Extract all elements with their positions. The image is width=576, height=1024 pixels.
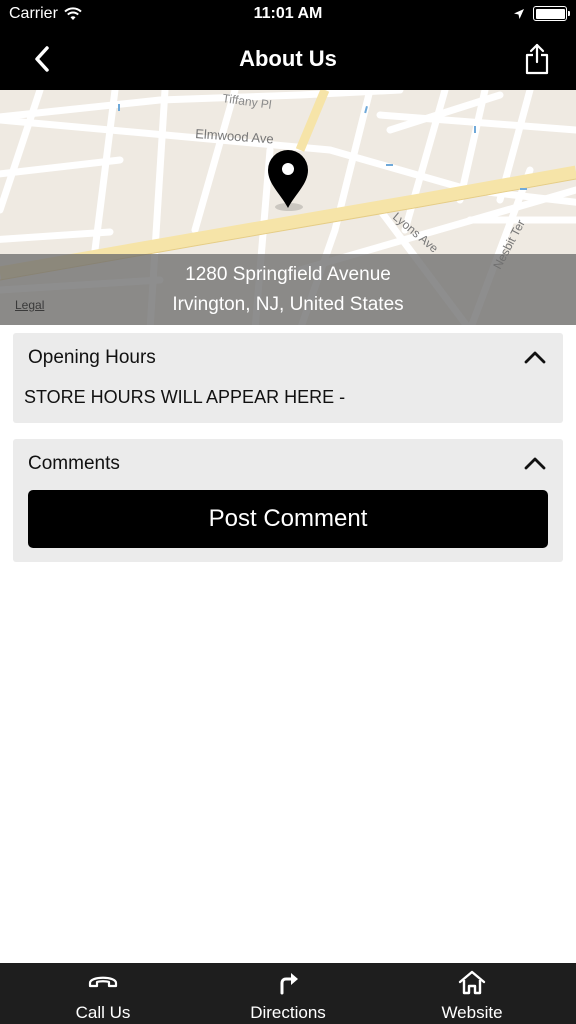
- home-icon: [458, 970, 486, 995]
- tab-label: Website: [441, 1003, 503, 1022]
- comments-title: Comments: [28, 453, 120, 474]
- tab-directions[interactable]: Directions: [192, 963, 384, 1024]
- tab-label: Directions: [250, 1003, 326, 1022]
- address-line-1: 1280 Springfield Avenue: [185, 264, 391, 285]
- directions-icon: [280, 973, 298, 995]
- tab-label: Call Us: [75, 1003, 131, 1022]
- page-title: About Us: [239, 46, 337, 71]
- chevron-up-icon[interactable]: [523, 349, 547, 365]
- tab-call-us[interactable]: Call Us: [7, 963, 199, 1024]
- status-right: [513, 6, 570, 21]
- status-time: 11:01 AM: [253, 5, 323, 22]
- phone-icon: [88, 976, 118, 988]
- nav-bar: About Us: [0, 30, 576, 90]
- opening-hours-card: Opening Hours STORE HOURS WILL APPEAR HE…: [13, 333, 563, 423]
- map-view[interactable]: Tiffany Pl Elmwood Ave Lyons Ave Nesbit …: [0, 90, 576, 325]
- location-arrow-icon: [514, 8, 524, 19]
- legal-link[interactable]: Legal: [15, 298, 44, 312]
- address-line-2: Irvington, NJ, United States: [172, 294, 404, 315]
- tab-bar: Call Us Directions Website: [0, 963, 576, 1024]
- tab-website[interactable]: Website: [376, 963, 568, 1024]
- opening-hours-title: Opening Hours: [28, 347, 156, 368]
- battery-icon: [533, 6, 570, 21]
- status-bar: Carrier 11:01 AM: [0, 0, 576, 30]
- post-comment-button[interactable]: Post Comment: [28, 490, 548, 548]
- comments-card: Comments Post Comment: [13, 439, 563, 562]
- chevron-up-icon[interactable]: [523, 455, 547, 471]
- store-hours-text: STORE HOURS WILL APPEAR HERE -: [24, 387, 346, 407]
- share-icon[interactable]: [522, 42, 552, 76]
